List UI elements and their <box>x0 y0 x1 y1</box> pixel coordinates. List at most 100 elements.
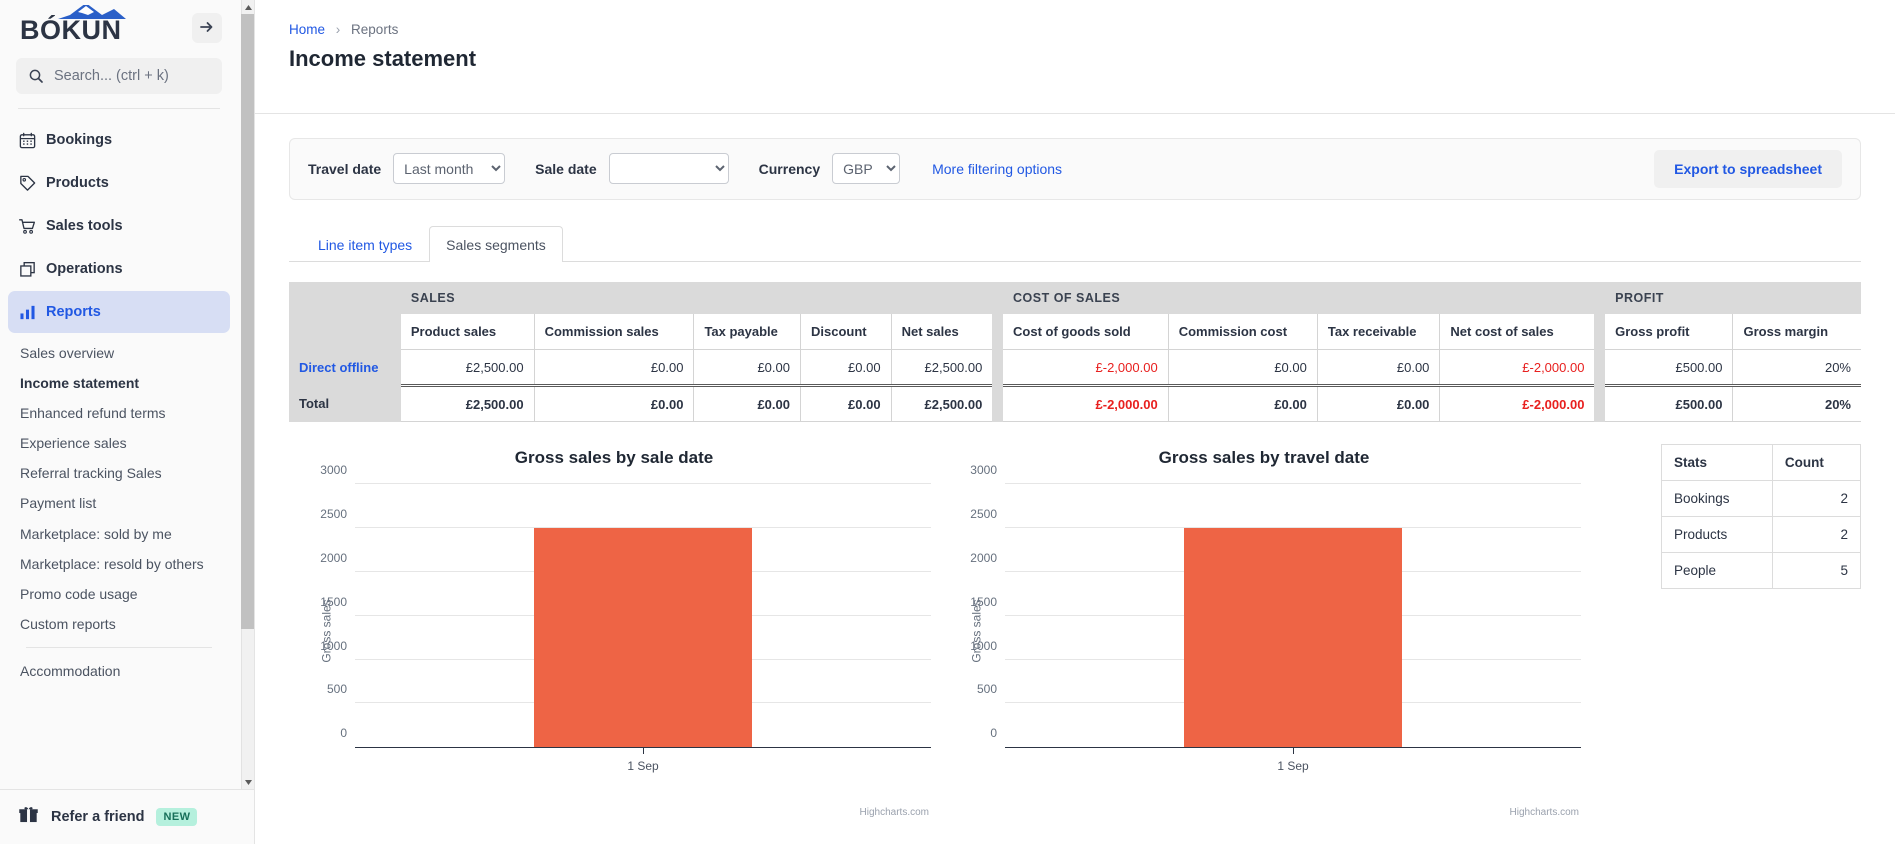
chart-ytick: 500 <box>327 682 347 696</box>
chart-ytick: 500 <box>977 682 997 696</box>
cell-total-discount: £0.00 <box>801 386 892 422</box>
column-header-gap-1 <box>992 314 1003 350</box>
sidebar-subitem-marketplace-resold-by-others[interactable]: Marketplace: resold by others <box>8 549 230 579</box>
group-title-sales: SALES <box>401 282 992 314</box>
sidebar-item-products[interactable]: Products <box>8 162 230 204</box>
column-header-commission-cost: Commission cost <box>1168 314 1317 350</box>
cell-total-gross-margin: 20% <box>1733 386 1861 422</box>
cell-gap-1 <box>992 350 1003 386</box>
cell-total-gap-1 <box>992 386 1003 422</box>
chart-x-tick-label: 1 Sep <box>627 759 658 773</box>
chart-credits[interactable]: Highcharts.com <box>1510 807 1579 818</box>
sidebar-subitem-experience-sales[interactable]: Experience sales <box>8 428 230 458</box>
arrow-right-icon <box>199 19 215 38</box>
sidebar-subitem-income-statement[interactable]: Income statement <box>8 368 230 398</box>
search-icon <box>28 68 44 84</box>
chart-bar[interactable] <box>534 528 753 747</box>
gift-icon <box>18 804 39 830</box>
travel-date-select[interactable]: Last month <box>393 153 505 184</box>
filter-bar: Travel date Last month Sale date Currenc… <box>289 138 1861 200</box>
tab-line-item-types[interactable]: Line item types <box>301 226 429 262</box>
column-header-gap-2 <box>1594 314 1605 350</box>
chart-ytick: 1000 <box>320 639 347 653</box>
currency-select[interactable]: GBP <box>832 153 900 184</box>
export-to-spreadsheet-button[interactable]: Export to spreadsheet <box>1654 150 1842 188</box>
sidebar-subitem-referral-tracking-sales[interactable]: Referral tracking Sales <box>8 458 230 488</box>
svg-text:BÓKUN: BÓKUN <box>20 14 122 45</box>
row-label-direct-offline[interactable]: Direct offline <box>289 350 401 386</box>
cell-product-sales: £2,500.00 <box>401 350 534 386</box>
sidebar-item-label: Bookings <box>46 132 112 148</box>
chart-ytick: 1000 <box>970 639 997 653</box>
sidebar-subitem-accommodation[interactable]: Accommodation <box>8 656 230 686</box>
chart-ytick: 3000 <box>320 463 347 477</box>
sidebar-item-reports[interactable]: Reports <box>8 291 230 333</box>
sidebar-scrollbar-thumb[interactable] <box>241 14 254 629</box>
group-corner-cell <box>289 282 401 314</box>
chart-bar[interactable] <box>1184 528 1403 747</box>
sidebar-item-bookings[interactable]: Bookings <box>8 119 230 161</box>
sidebar-subitem-payment-list[interactable]: Payment list <box>8 488 230 518</box>
sidebar-divider-subnav <box>26 647 212 648</box>
sidebar-subitem-promo-code-usage[interactable]: Promo code usage <box>8 579 230 609</box>
chart-ytick: 2000 <box>970 551 997 565</box>
cell-gross-profit: £500.00 <box>1605 350 1733 386</box>
column-header-tax-receivable: Tax receivable <box>1317 314 1440 350</box>
income-statement-table-wrapper: SALES COST OF SALES PROFIT Product sales… <box>289 282 1861 423</box>
breadcrumb-home-link[interactable]: Home <box>289 22 325 37</box>
rule-cell-sales <box>401 422 992 423</box>
table-bottom-rule <box>289 422 1861 423</box>
rule-cell-0 <box>289 422 401 423</box>
sidebar-subitem-enhanced-refund-terms[interactable]: Enhanced refund terms <box>8 398 230 428</box>
scroll-up-arrow-icon[interactable] <box>242 0 254 14</box>
rule-gap-2 <box>1594 422 1605 423</box>
sidebar-subitem-marketplace-sold-by-me[interactable]: Marketplace: sold by me <box>8 519 230 549</box>
page-header: Home › Reports Income statement <box>255 0 1895 97</box>
travel-date-label: Travel date <box>308 161 381 177</box>
copy-icon <box>18 260 46 279</box>
group-gap-2 <box>1594 282 1605 314</box>
sale-date-select[interactable] <box>609 153 729 184</box>
sidebar-item-label: Sales tools <box>46 218 123 234</box>
refer-a-friend-label: Refer a friend <box>51 809 144 825</box>
scroll-down-arrow-icon[interactable] <box>242 775 254 789</box>
sidebar-subitem-custom-reports[interactable]: Custom reports <box>8 609 230 639</box>
sidebar-item-operations[interactable]: Operations <box>8 248 230 290</box>
chart-x-tick-label: 1 Sep <box>1277 759 1308 773</box>
app-root: BÓKUN Sear <box>0 0 1895 844</box>
column-header-gross-profit: Gross profit <box>1605 314 1733 350</box>
cell-total-tax-receivable: £0.00 <box>1317 386 1440 422</box>
more-filtering-options-link[interactable]: More filtering options <box>932 161 1062 177</box>
stats-row-bookings: Bookings 2 <box>1662 481 1861 517</box>
rule-gap-1 <box>992 422 1003 423</box>
stats-row-people: People 5 <box>1662 553 1861 589</box>
sidebar-item-sales-tools[interactable]: Sales tools <box>8 205 230 247</box>
chart-ytick: 2500 <box>970 507 997 521</box>
chart-y-axis-title: Gross sales <box>970 600 984 663</box>
cell-total-net-cost-of-sales: £-2,000.00 <box>1440 386 1595 422</box>
table-row-total: Total £2,500.00 £0.00 £0.00 £0.00 £2,500… <box>289 386 1861 422</box>
breadcrumb: Home › Reports <box>289 22 1895 37</box>
search-input[interactable]: Search... (ctrl + k) <box>16 58 222 94</box>
cell-commission-cost: £0.00 <box>1168 350 1317 386</box>
stats-name-people: People <box>1662 553 1773 589</box>
table-group-header-row: SALES COST OF SALES PROFIT <box>289 282 1861 314</box>
cell-tax-payable: £0.00 <box>694 350 801 386</box>
chart-credits[interactable]: Highcharts.com <box>860 807 929 818</box>
sidebar-subitem-sales-overview[interactable]: Sales overview <box>8 338 230 368</box>
sidebar-collapse-button[interactable] <box>192 13 222 43</box>
chart-gross-sales-by-travel-date: Gross sales by travel date Gross sales 3… <box>939 442 1589 822</box>
group-gap-1 <box>992 282 1003 314</box>
table-column-header-row: Product sales Commission sales Tax payab… <box>289 314 1861 350</box>
cell-total-cost-of-goods-sold: £-2,000.00 <box>1003 386 1168 422</box>
chart-title: Gross sales by travel date <box>939 442 1589 468</box>
bokun-logo[interactable]: BÓKUN <box>18 5 146 52</box>
rule-cell-profit <box>1605 422 1861 423</box>
bar-chart-icon <box>18 303 46 322</box>
sidebar-scrollbar[interactable] <box>241 0 254 789</box>
tab-sales-segments[interactable]: Sales segments <box>429 226 563 262</box>
refer-a-friend-row[interactable]: Refer a friend NEW <box>0 789 254 844</box>
report-tabs: Line item types Sales segments <box>289 222 1861 262</box>
chart-y-axis-title: Gross sales <box>320 600 334 663</box>
sidebar-reports-subnav: Sales overview Income statement Enhanced… <box>0 334 238 686</box>
